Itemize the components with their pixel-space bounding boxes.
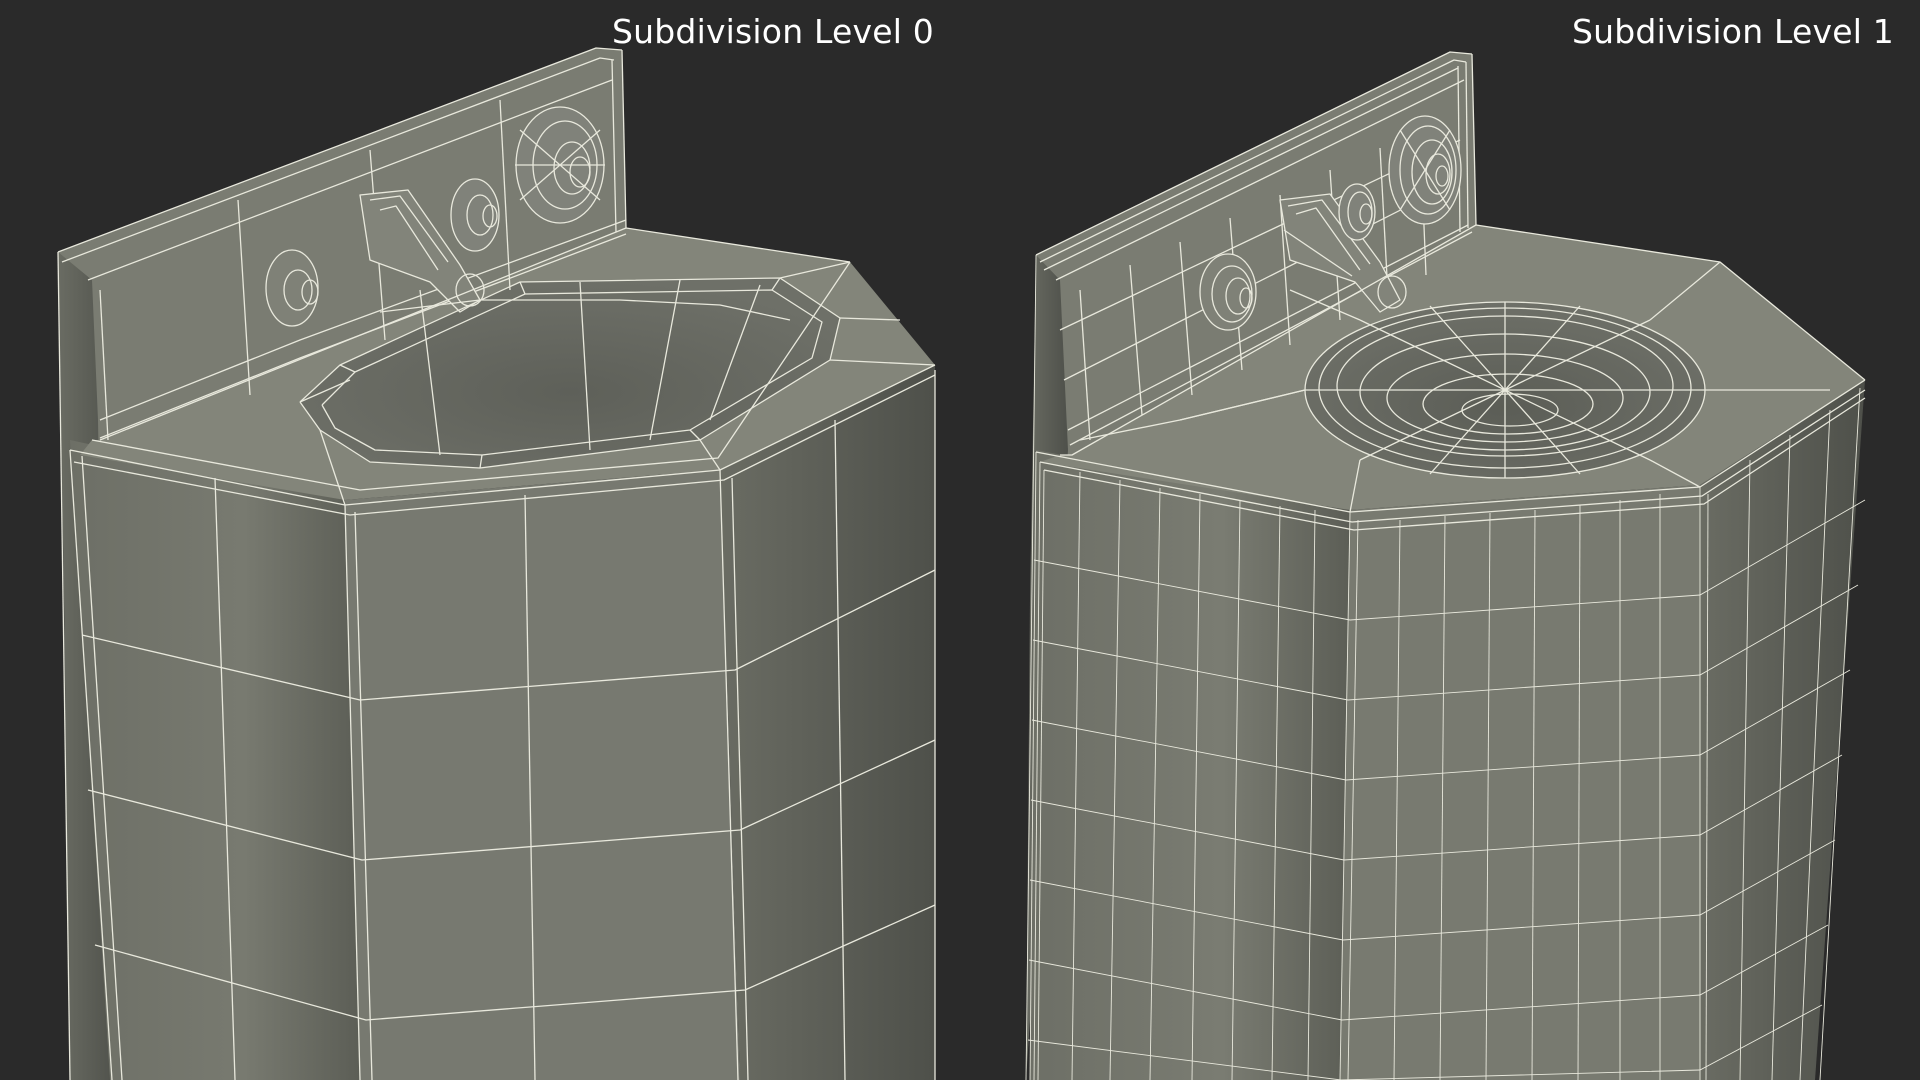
viewport-subdivision-level-1: Subdivision Level 1 [960, 0, 1920, 1080]
column-front-face [1340, 485, 1700, 1080]
sink-mesh-render-level-0 [57, 47, 936, 1080]
column-front-left-face [70, 440, 360, 1080]
column-right-face [720, 365, 935, 1080]
viewport-label: Subdivision Level 0 [612, 12, 934, 51]
column-front-face [345, 470, 740, 1080]
column-front-left-face [1030, 450, 1350, 1080]
sink-mesh-render-level-1 [1025, 51, 1866, 1080]
viewport-subdivision-level-0: Subdivision Level 0 [0, 0, 960, 1080]
viewport-label: Subdivision Level 1 [1572, 12, 1894, 51]
